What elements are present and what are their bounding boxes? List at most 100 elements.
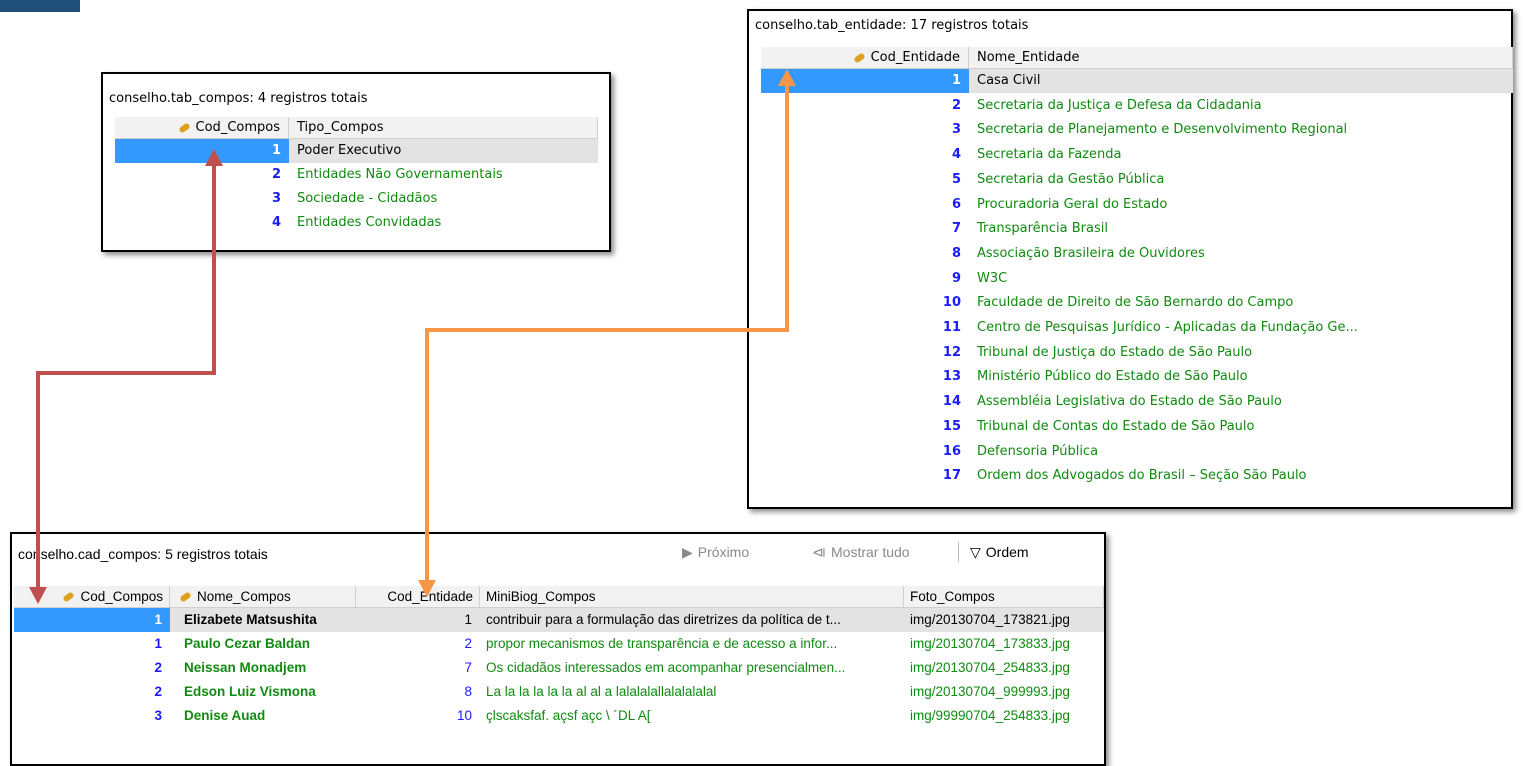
table-row[interactable]: 4 Secretaria da Fazenda bbox=[761, 143, 1513, 167]
minibiog-cell[interactable]: contribuir para a formulação das diretri… bbox=[480, 608, 904, 632]
table-row[interactable]: 1 Elizabete Matsushita 1 contribuir para a … bbox=[14, 608, 1104, 632]
table-row[interactable]: 1 Casa Civil bbox=[761, 69, 1513, 93]
tipo-compos-cell[interactable]: Entidades Convidadas bbox=[289, 211, 598, 235]
nome-entidade-cell[interactable]: Secretaria de Planejamento e Desenvolvim… bbox=[969, 118, 1513, 142]
cod-compos-cell[interactable]: 1 bbox=[115, 139, 289, 163]
show-all-button[interactable]: ⧏ Mostrar tudo bbox=[812, 544, 910, 561]
cod-compos-cell[interactable]: 4 bbox=[115, 211, 289, 235]
cod-entidade-cell[interactable]: 8 bbox=[356, 680, 480, 704]
column-header-cod-compos[interactable]: Cod_Compos bbox=[14, 586, 170, 608]
cod-entidade-cell[interactable]: 2 bbox=[761, 94, 969, 118]
minibiog-cell[interactable]: Os cidadãos interessados em acompanhar p… bbox=[480, 656, 904, 680]
table-row[interactable]: 11 Centro de Pesquisas Jurídico - Aplicad… bbox=[761, 316, 1513, 340]
table-row[interactable]: 14 Assembléia Legislativa do Estado de Sã… bbox=[761, 390, 1513, 414]
table-row[interactable]: 2 Entidades Não Governamentais bbox=[115, 163, 598, 187]
cod-entidade-cell[interactable]: 10 bbox=[761, 291, 969, 315]
table-row[interactable]: 17 Ordem dos Advogados do Brasil – Seção … bbox=[761, 464, 1513, 488]
nome-entidade-cell[interactable]: Faculdade de Direito de São Bernardo do … bbox=[969, 291, 1513, 315]
nome-entidade-cell[interactable]: Ordem dos Advogados do Brasil – Seção Sã… bbox=[969, 464, 1513, 488]
foto-cell[interactable]: img/20130704_254833.jpg bbox=[904, 656, 1104, 680]
nome-entidade-cell[interactable]: Secretaria da Gestão Pública bbox=[969, 168, 1513, 192]
column-header-minibiog-compos[interactable]: MiniBiog_Compos bbox=[480, 586, 904, 608]
nome-compos-cell[interactable]: Paulo Cezar Baldan bbox=[170, 632, 356, 656]
table-row[interactable]: 3 Sociedade - Cidadãos bbox=[115, 187, 598, 211]
foto-cell[interactable]: img/20130704_173833.jpg bbox=[904, 632, 1104, 656]
nome-entidade-cell[interactable]: Secretaria da Fazenda bbox=[969, 143, 1513, 167]
cod-entidade-cell[interactable]: 12 bbox=[761, 341, 969, 365]
column-header-nome-compos[interactable]: Nome_Compos bbox=[170, 586, 356, 608]
nome-entidade-cell[interactable]: Centro de Pesquisas Jurídico - Aplicadas… bbox=[969, 316, 1513, 340]
nome-compos-cell[interactable]: Elizabete Matsushita bbox=[170, 608, 356, 632]
nome-compos-cell[interactable]: Edson Luiz Vismona bbox=[170, 680, 356, 704]
table-row[interactable]: 8 Associação Brasileira de Ouvidores bbox=[761, 242, 1513, 266]
nome-entidade-cell[interactable]: W3C bbox=[969, 267, 1513, 291]
column-header-cod-compos[interactable]: Cod_Compos bbox=[115, 117, 289, 139]
table-row[interactable]: 4 Entidades Convidadas bbox=[115, 211, 598, 235]
cod-entidade-cell[interactable]: 13 bbox=[761, 365, 969, 389]
table-row[interactable]: 6 Procuradoria Geral do Estado bbox=[761, 193, 1513, 217]
cod-entidade-cell[interactable]: 1 bbox=[356, 608, 480, 632]
cod-compos-cell[interactable]: 1 bbox=[14, 608, 170, 632]
cod-entidade-cell[interactable]: 7 bbox=[761, 217, 969, 241]
table-row[interactable]: 2 Secretaria da Justiça e Defesa da Cidad… bbox=[761, 94, 1513, 118]
cod-entidade-cell[interactable]: 9 bbox=[761, 267, 969, 291]
cod-entidade-cell[interactable]: 4 bbox=[761, 143, 969, 167]
table-row[interactable]: 3 Secretaria de Planejamento e Desenvolvi… bbox=[761, 118, 1513, 142]
nome-entidade-cell[interactable]: Procuradoria Geral do Estado bbox=[969, 193, 1513, 217]
nome-entidade-cell[interactable]: Defensoria Pública bbox=[969, 440, 1513, 464]
tipo-compos-cell[interactable]: Poder Executivo bbox=[289, 139, 598, 163]
cod-entidade-cell[interactable]: 1 bbox=[761, 69, 969, 93]
table-row[interactable]: 1 Poder Executivo bbox=[115, 139, 598, 163]
table-row[interactable]: 16 Defensoria Pública bbox=[761, 440, 1513, 464]
cod-compos-cell[interactable]: 1 bbox=[14, 632, 170, 656]
cod-entidade-cell[interactable]: 2 bbox=[356, 632, 480, 656]
column-header-tipo-compos[interactable]: Tipo_Compos bbox=[289, 117, 598, 139]
table-row[interactable]: 12 Tribunal de Justiça do Estado de São P… bbox=[761, 341, 1513, 365]
cod-entidade-cell[interactable]: 7 bbox=[356, 656, 480, 680]
nome-entidade-cell[interactable]: Associação Brasileira de Ouvidores bbox=[969, 242, 1513, 266]
tipo-compos-cell[interactable]: Sociedade - Cidadãos bbox=[289, 187, 598, 211]
table-row[interactable]: 13 Ministério Público do Estado de São Pa… bbox=[761, 365, 1513, 389]
table-row[interactable]: 1 Paulo Cezar Baldan 2 propor mecanismos de… bbox=[14, 632, 1104, 656]
table-row[interactable]: 7 Transparência Brasil bbox=[761, 217, 1513, 241]
cod-entidade-cell[interactable]: 16 bbox=[761, 440, 969, 464]
cod-entidade-cell[interactable]: 5 bbox=[761, 168, 969, 192]
table-row[interactable]: 3 Denise Auad 10 çlscaksfaf. açsf açc \ ´DL… bbox=[14, 704, 1104, 728]
nome-entidade-cell[interactable]: Tribunal de Contas do Estado de São Paul… bbox=[969, 415, 1513, 439]
cod-entidade-cell[interactable]: 6 bbox=[761, 193, 969, 217]
foto-cell[interactable]: img/20130704_999993.jpg bbox=[904, 680, 1104, 704]
column-header-foto-compos[interactable]: Foto_Compos bbox=[904, 586, 1104, 608]
nome-compos-cell[interactable]: Neissan Monadjem bbox=[170, 656, 356, 680]
cod-entidade-cell[interactable]: 14 bbox=[761, 390, 969, 414]
nome-entidade-cell[interactable]: Assembléia Legislativa do Estado de São … bbox=[969, 390, 1513, 414]
nome-entidade-cell[interactable]: Tribunal de Justiça do Estado de São Pau… bbox=[969, 341, 1513, 365]
column-header-cod-entidade[interactable]: Cod_Entidade bbox=[761, 47, 969, 69]
table-row[interactable]: 15 Tribunal de Contas do Estado de São Pa… bbox=[761, 415, 1513, 439]
cod-entidade-cell[interactable]: 17 bbox=[761, 464, 969, 488]
order-button[interactable]: ▽ Ordem bbox=[970, 544, 1029, 561]
table-row[interactable]: 2 Edson Luiz Vismona 8 La la la la la la al… bbox=[14, 680, 1104, 704]
table-row[interactable]: 10 Faculdade de Direito de São Bernardo d… bbox=[761, 291, 1513, 315]
foto-cell[interactable]: img/20130704_173821.jpg bbox=[904, 608, 1104, 632]
cod-entidade-cell[interactable]: 10 bbox=[356, 704, 480, 728]
table-row[interactable]: 9 W3C bbox=[761, 267, 1513, 291]
cod-compos-cell[interactable]: 2 bbox=[14, 656, 170, 680]
cod-compos-cell[interactable]: 2 bbox=[14, 680, 170, 704]
cod-entidade-cell[interactable]: 11 bbox=[761, 316, 969, 340]
column-header-cod-entidade[interactable]: Cod_Entidade bbox=[356, 586, 480, 608]
cod-compos-cell[interactable]: 2 bbox=[115, 163, 289, 187]
foto-cell[interactable]: img/99990704_254833.jpg bbox=[904, 704, 1104, 728]
cod-entidade-cell[interactable]: 3 bbox=[761, 118, 969, 142]
cod-compos-cell[interactable]: 3 bbox=[14, 704, 170, 728]
minibiog-cell[interactable]: La la la la la la al al a lalalalallalal… bbox=[480, 680, 904, 704]
column-header-nome-entidade[interactable]: Nome_Entidade bbox=[969, 47, 1513, 69]
nome-entidade-cell[interactable]: Ministério Público do Estado de São Paul… bbox=[969, 365, 1513, 389]
nome-entidade-cell[interactable]: Secretaria da Justiça e Defesa da Cidada… bbox=[969, 94, 1513, 118]
cod-entidade-cell[interactable]: 15 bbox=[761, 415, 969, 439]
next-button[interactable]: ▶︎ Próximo bbox=[682, 544, 749, 561]
minibiog-cell[interactable]: çlscaksfaf. açsf açc \ ´DL A[ bbox=[480, 704, 904, 728]
nome-entidade-cell[interactable]: Transparência Brasil bbox=[969, 217, 1513, 241]
table-row[interactable]: 2 Neissan Monadjem 7 Os cidadãos interessad… bbox=[14, 656, 1104, 680]
cod-compos-cell[interactable]: 3 bbox=[115, 187, 289, 211]
tipo-compos-cell[interactable]: Entidades Não Governamentais bbox=[289, 163, 598, 187]
